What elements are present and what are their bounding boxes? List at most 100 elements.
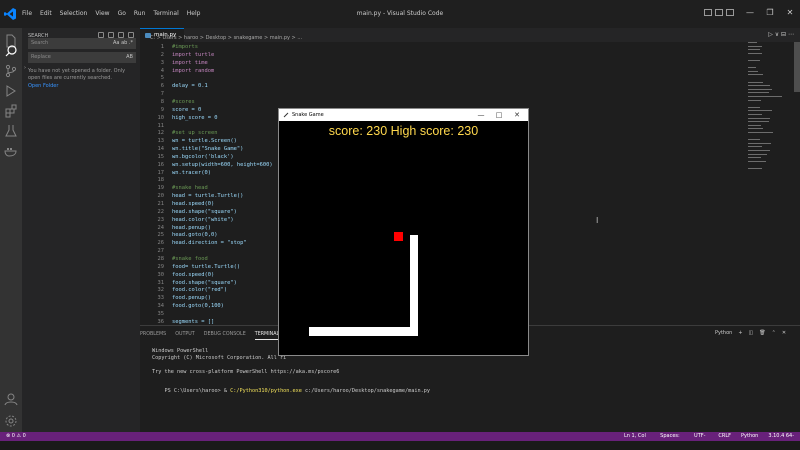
terminal-prompt: PS C:\Users\haroo> & <box>164 388 231 394</box>
terminal-prompt-line[interactable]: PS C:\Users\haroo> & C:/Python310/python… <box>152 382 431 400</box>
line-text: head.goto(0,0) <box>172 232 218 239</box>
line-text: food.speed(0) <box>172 271 215 278</box>
code-line[interactable]: 3 import time <box>140 59 540 67</box>
line-text: #set up screen <box>172 130 218 137</box>
activity-bar <box>0 28 22 432</box>
split-terminal-icon[interactable]: ◫ <box>749 330 754 336</box>
search-input[interactable]: Search Aa ab .* <box>28 38 136 49</box>
testing-icon[interactable] <box>4 124 18 138</box>
search-icon[interactable] <box>4 44 18 58</box>
line-number: 31 <box>157 279 165 286</box>
line-number: 10 <box>157 114 165 121</box>
snake-body-vertical <box>410 235 418 336</box>
line-number: 36 <box>157 318 165 325</box>
minimap-line <box>748 168 763 169</box>
line-number: 21 <box>157 201 165 207</box>
line-text: food.penup() <box>172 295 211 302</box>
snake-maximize-button[interactable]: □ <box>490 109 508 121</box>
run-debug-icon[interactable] <box>4 84 18 98</box>
line-text: wn.tracer(0) <box>172 169 211 176</box>
code-line[interactable]: 8 #scores <box>140 98 540 106</box>
status-bar: ⊗ 0 ⚠ 0 Ln 1, Col 1 Spaces: 4 UTF-8 CRLF… <box>0 432 800 448</box>
line-text: import time <box>172 59 208 66</box>
close-button[interactable]: ✕ <box>780 8 800 17</box>
problems-status[interactable]: ⊗ 0 ⚠ 0 <box>6 432 26 441</box>
snake-food <box>394 232 403 241</box>
line-text: #snake head <box>172 185 208 192</box>
toggle-panel-icon[interactable] <box>715 9 723 16</box>
manage-gear-icon[interactable] <box>4 414 18 428</box>
menu-file[interactable]: File <box>18 10 36 17</box>
line-number: 16 <box>157 161 165 168</box>
toggle-secondary-sidebar-icon[interactable] <box>726 9 734 16</box>
code-line[interactable]: 7 <box>140 90 540 98</box>
minimize-button[interactable]: — <box>740 8 760 17</box>
minimap-line <box>748 114 763 115</box>
kill-terminal-icon[interactable]: 🗑 <box>759 330 765 336</box>
line-text: wn.title("Snake Game") <box>172 146 244 153</box>
snake-minimize-button[interactable]: — <box>472 109 490 121</box>
docker-icon[interactable] <box>4 144 18 158</box>
window-controls: — ❐ ✕ <box>740 8 800 17</box>
close-panel-icon[interactable]: ✕ <box>782 330 786 336</box>
line-number: 26 <box>157 240 165 247</box>
layout-controls <box>704 9 734 16</box>
code-line[interactable]: 2 import turtle <box>140 51 540 59</box>
breadcrumb[interactable]: C: > Users > haroo > Desktop > snakegame… <box>150 35 302 41</box>
snake-close-button[interactable]: ✕ <box>508 109 526 121</box>
tab-output[interactable]: OUTPUT <box>175 330 204 340</box>
vscode-logo-icon <box>4 8 16 20</box>
code-line[interactable]: 6 delay = 0.1 <box>140 82 540 90</box>
line-number: 34 <box>157 303 165 310</box>
menu-selection[interactable]: Selection <box>56 10 92 17</box>
title-bar: File Edit Selection View Go Run Terminal… <box>0 0 800 28</box>
editor-scrollbar[interactable] <box>794 42 800 92</box>
line-number: 32 <box>157 287 165 294</box>
line-text: import turtle <box>172 51 215 58</box>
menu-help[interactable]: Help <box>183 10 205 17</box>
line-number: 30 <box>157 271 165 278</box>
snake-window-titlebar[interactable]: Snake Game — □ ✕ <box>279 109 528 121</box>
menu-edit[interactable]: Edit <box>36 10 56 17</box>
code-line[interactable]: 5 <box>140 74 540 82</box>
snake-game-window[interactable]: Snake Game — □ ✕ score: 230 High score: … <box>278 108 529 356</box>
account-icon[interactable] <box>4 392 18 406</box>
no-folder-message: You have not yet opened a folder. Only o… <box>28 68 126 81</box>
line-number: 9 <box>160 106 164 113</box>
replace-input[interactable]: Replace AB <box>28 52 136 63</box>
line-number: 3 <box>160 59 164 66</box>
minimap-line <box>748 124 762 126</box>
minimap[interactable] <box>746 42 794 182</box>
restore-button[interactable]: ❐ <box>760 8 780 17</box>
menu-view[interactable]: View <box>91 10 113 17</box>
menu-go[interactable]: Go <box>114 10 130 17</box>
source-control-icon[interactable] <box>4 64 18 78</box>
maximize-panel-icon[interactable]: ⌃ <box>772 330 776 336</box>
line-number: 17 <box>157 169 165 176</box>
line-number: 25 <box>157 232 165 239</box>
toggle-sidebar-icon[interactable] <box>704 9 712 16</box>
tab-debug-console[interactable]: DEBUG CONSOLE <box>204 330 255 340</box>
toggle-replace-chevron-icon[interactable]: › <box>24 65 26 71</box>
line-text: head.color("white") <box>172 216 234 223</box>
extensions-icon[interactable] <box>4 104 18 118</box>
editor-actions[interactable]: ▷ ∨ ⊟ ⋯ <box>768 31 794 38</box>
minimap-line <box>748 142 772 144</box>
menu-terminal[interactable]: Terminal <box>149 10 182 17</box>
search-options[interactable]: Aa ab .* <box>113 38 133 49</box>
line-number: 22 <box>157 208 165 215</box>
snake-window-controls: — □ ✕ <box>472 109 526 121</box>
replace-all-option[interactable]: AB <box>126 52 133 63</box>
minimap-line <box>748 85 770 87</box>
line-number: 20 <box>157 193 165 200</box>
code-line[interactable]: 1 #imports <box>140 43 540 51</box>
new-terminal-icon[interactable]: + <box>738 330 742 336</box>
minimap-line <box>748 45 763 47</box>
line-text: score = 0 <box>172 106 202 113</box>
open-folder-link[interactable]: Open Folder <box>28 83 58 89</box>
code-line[interactable]: 4 import random <box>140 67 540 75</box>
tab-problems[interactable]: PROBLEMS <box>140 330 175 340</box>
line-number: 1 <box>160 44 164 50</box>
terminal-python-label[interactable]: Python <box>715 330 732 336</box>
menu-run[interactable]: Run <box>130 10 150 17</box>
